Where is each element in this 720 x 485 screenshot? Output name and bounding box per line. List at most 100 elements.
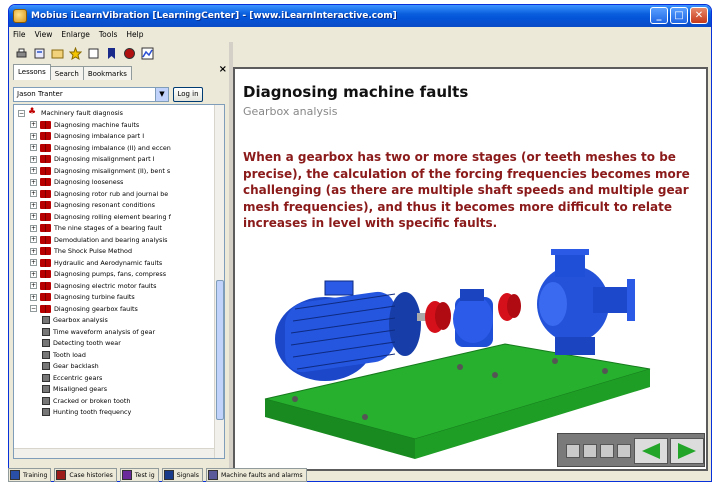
login-button[interactable]: Log in — [173, 86, 203, 102]
previous-page-button[interactable] — [634, 438, 668, 464]
collapse-icon[interactable]: − — [30, 305, 37, 313]
zoom-in-icon[interactable] — [583, 444, 597, 458]
bookmark-icon[interactable] — [105, 47, 118, 60]
tree-item[interactable]: + Hydraulic and Aerodynamic faults — [30, 258, 162, 269]
expand-icon[interactable]: + — [30, 178, 37, 186]
tree-item[interactable]: + Diagnosing rolling element bearing f — [30, 212, 171, 223]
bottom-tab[interactable]: Test ig — [119, 468, 159, 482]
tree-item-label: Diagnosing misalignment part I — [54, 155, 155, 164]
tree-item[interactable]: Hunting tooth frequency — [42, 407, 131, 418]
tree-item[interactable]: + Diagnosing resonant conditions — [30, 200, 155, 211]
expand-icon[interactable]: + — [30, 144, 37, 152]
menu-file[interactable]: File — [13, 30, 26, 39]
maximize-button[interactable]: □ — [670, 7, 688, 24]
tree-item[interactable]: Cracked or broken tooth — [42, 396, 130, 407]
preview-icon[interactable] — [33, 47, 46, 60]
bottom-tab[interactable]: Machine faults and alarms — [205, 468, 307, 482]
expand-icon[interactable]: + — [30, 259, 37, 267]
tree-item-label: Diagnosing looseness — [54, 178, 124, 187]
bottom-tab-label: Test ig — [134, 471, 155, 479]
collapse-icon[interactable]: − — [18, 109, 25, 117]
expand-icon[interactable]: + — [30, 282, 37, 290]
tree-item[interactable]: + Diagnosing imbalance part I — [30, 131, 144, 142]
tree-item[interactable]: + The nine stages of a bearing fault — [30, 223, 162, 234]
zoom-out-icon[interactable] — [566, 444, 580, 458]
tree-item[interactable]: + Diagnosing pumps, fans, compress — [30, 269, 166, 280]
tab-lessons[interactable]: Lessons — [13, 64, 51, 80]
bottom-tab-icon — [163, 470, 174, 480]
graph-icon[interactable] — [141, 47, 154, 60]
favorite-star-icon[interactable] — [69, 46, 82, 60]
title-bar[interactable]: Mobius iLearnVibration [LearningCenter] … — [9, 5, 711, 27]
record-icon[interactable] — [123, 47, 136, 60]
tree-scrollbar[interactable] — [214, 105, 224, 458]
folder-icon[interactable] — [51, 47, 64, 60]
panel-close-icon[interactable]: × — [219, 64, 227, 75]
bottom-tab[interactable]: Training — [8, 468, 52, 482]
menu-tools[interactable]: Tools — [99, 30, 117, 39]
expand-icon[interactable]: + — [30, 121, 37, 129]
tree-item[interactable]: + Diagnosing rotor rub and journal be — [30, 189, 168, 200]
tab-search[interactable]: Search — [49, 66, 84, 80]
tree-item[interactable]: − Diagnosing gearbox faults — [30, 304, 138, 315]
next-page-button[interactable] — [670, 438, 704, 464]
tab-bookmarks[interactable]: Bookmarks — [82, 66, 132, 80]
tree-item[interactable]: Eccentric gears — [42, 373, 102, 384]
tree-item[interactable]: + The Shock Pulse Method — [30, 246, 132, 257]
expand-icon[interactable]: + — [30, 155, 37, 163]
fullscreen-icon[interactable] — [617, 444, 631, 458]
expand-icon[interactable]: + — [30, 167, 37, 175]
tree-item-label: Diagnosing gearbox faults — [54, 304, 138, 313]
tree-item[interactable]: Tooth load — [42, 350, 86, 361]
page-title: Diagnosing machine faults — [243, 83, 469, 101]
expand-icon[interactable]: + — [30, 224, 37, 232]
expand-icon[interactable]: + — [30, 247, 37, 255]
tree-item[interactable]: + Demodulation and bearing analysis — [30, 235, 167, 246]
tree-scroll-thumb[interactable] — [216, 280, 224, 420]
chevron-down-icon[interactable]: ▼ — [155, 87, 168, 101]
user-select[interactable]: Jason Tranter ▼ — [13, 86, 169, 102]
tree-item[interactable]: Gear backlash — [42, 361, 99, 372]
tree-item[interactable]: Gearbox analysis — [42, 315, 108, 326]
tree-item[interactable]: − ♣ Machinery fault diagnosis — [18, 108, 123, 119]
bottom-tab-icon — [10, 470, 20, 480]
tree-item[interactable]: Detecting tooth wear — [42, 338, 121, 349]
expand-icon[interactable]: + — [30, 293, 37, 301]
page-icon — [42, 362, 50, 371]
tree-horizontal-scrollbar[interactable] — [14, 448, 214, 458]
tree-item-label: Detecting tooth wear — [53, 339, 121, 348]
page-icon — [42, 316, 50, 325]
tree-item[interactable]: + Diagnosing misalignment (II), bent s — [30, 166, 170, 177]
expand-icon[interactable]: + — [30, 270, 37, 278]
reset-icon[interactable] — [600, 444, 614, 458]
tree-item[interactable]: + Diagnosing electric motor faults — [30, 281, 157, 292]
tree-item[interactable]: Misaligned gears — [42, 384, 107, 395]
expand-icon[interactable]: + — [30, 190, 37, 198]
tree-item-label: Hydraulic and Aerodynamic faults — [54, 258, 163, 267]
expand-icon[interactable]: + — [30, 132, 37, 140]
close-button[interactable]: ✕ — [690, 7, 708, 24]
print-icon[interactable] — [15, 47, 28, 60]
tree-item[interactable]: + Diagnosing misalignment part I — [30, 154, 155, 165]
bottom-tab[interactable]: Case histories — [54, 468, 117, 482]
tree-item[interactable]: + Diagnosing turbine faults — [30, 292, 135, 303]
tree-item[interactable]: + Diagnosing looseness — [30, 177, 123, 188]
tree-item[interactable]: + Diagnosing machine faults — [30, 120, 139, 131]
bottom-tab-icon — [121, 470, 132, 480]
bottom-tab-label: Training — [23, 471, 48, 479]
minimize-button[interactable]: _ — [650, 7, 668, 24]
menu-help[interactable]: Help — [126, 30, 143, 39]
tree-item-label: Misaligned gears — [53, 385, 108, 394]
tree-item[interactable]: + Diagnosing imbalance (II) and eccen — [30, 143, 171, 154]
book-icon — [40, 258, 51, 267]
tree-item-label: Diagnosing misalignment (II), bent s — [54, 166, 171, 175]
expand-icon[interactable]: + — [30, 213, 37, 221]
tree-item-label: The Shock Pulse Method — [54, 247, 133, 256]
menu-view[interactable]: View — [35, 30, 53, 39]
bottom-tab[interactable]: Signals — [161, 468, 203, 482]
tree-item[interactable]: Time waveform analysis of gear — [42, 327, 155, 338]
menu-enlarge[interactable]: Enlarge — [61, 30, 90, 39]
expand-icon[interactable]: + — [30, 236, 37, 244]
expand-icon[interactable]: + — [30, 201, 37, 209]
frame-icon[interactable] — [87, 47, 100, 60]
